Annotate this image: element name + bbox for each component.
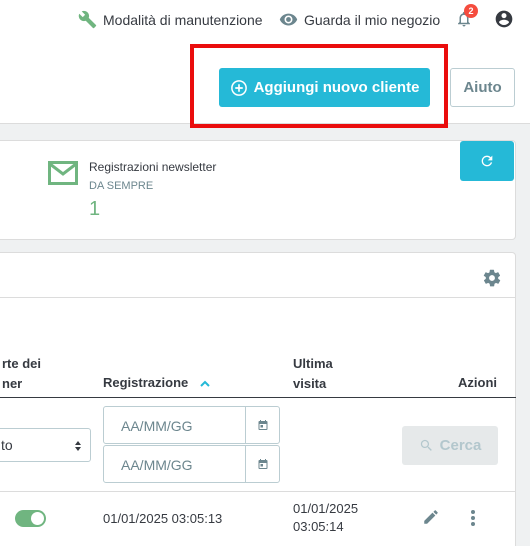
- view-store-label: Guarda il mio negozio: [304, 11, 441, 28]
- registration-cell: 01/01/2025 03:05:13: [103, 511, 223, 526]
- toggle-knob: [31, 512, 44, 525]
- calendar-icon: [258, 459, 268, 469]
- select-arrows-icon: [74, 439, 82, 457]
- partner-filter-value: to: [1, 437, 13, 453]
- notifications-badge: 2: [464, 4, 478, 18]
- add-customer-label: Aggiungi nuovo cliente: [253, 79, 420, 96]
- refresh-icon: [481, 155, 493, 167]
- kpi-title: Registrazioni newsletter: [89, 160, 217, 174]
- sort-ascending-icon: [200, 380, 210, 387]
- more-actions-button[interactable]: [466, 508, 480, 533]
- help-label: Aiuto: [463, 79, 502, 96]
- table-row-divider: [0, 491, 516, 492]
- table-header-divider: [0, 397, 516, 398]
- more-vertical-icon: [471, 510, 475, 526]
- last-visit-date: 01/01/2025: [293, 501, 359, 516]
- maintenance-mode-label: Modalità di manutenzione: [103, 11, 263, 28]
- column-header-partner-line1: rte dei: [2, 356, 42, 371]
- notifications-button[interactable]: 2: [455, 4, 478, 34]
- search-label: Cerca: [439, 437, 482, 454]
- column-header-actions: Azioni: [458, 375, 497, 390]
- column-header-registration[interactable]: Registrazione: [103, 373, 210, 393]
- registration-date-to[interactable]: AA/MM/GG: [103, 445, 280, 483]
- column-header-registration-label: Registrazione: [103, 375, 189, 390]
- date-to-calendar-button[interactable]: [245, 446, 280, 482]
- column-header-partner-line2: ner: [2, 376, 23, 391]
- kpi-subtitle: DA SEMPRE: [89, 180, 154, 192]
- maintenance-mode-link[interactable]: Modalità di manutenzione: [78, 10, 263, 29]
- calendar-icon: [258, 420, 268, 430]
- top-bar: Modalità di manutenzione Guarda il mio n…: [0, 0, 530, 40]
- table-settings-button[interactable]: [482, 268, 502, 293]
- kpi-value: 1: [89, 198, 101, 220]
- edit-customer-button[interactable]: [422, 508, 440, 531]
- envelope-icon: [48, 160, 78, 191]
- last-visit-time: 03:05:14: [293, 519, 344, 534]
- user-menu-button[interactable]: [494, 9, 514, 34]
- search-button[interactable]: Cerca: [402, 426, 498, 465]
- wrench-icon: [78, 10, 97, 29]
- refresh-kpi-button[interactable]: [460, 141, 514, 181]
- add-customer-button[interactable]: Aggiungi nuovo cliente: [219, 68, 430, 107]
- search-icon: [420, 439, 432, 451]
- registration-date-from[interactable]: AA/MM/GG: [103, 406, 280, 444]
- table-card-header: [0, 252, 516, 298]
- gear-icon: [483, 269, 501, 287]
- column-header-last-visit-line2: visita: [293, 376, 327, 391]
- column-header-last-visit-line1: Ultima: [293, 356, 333, 371]
- last-visit-cell: 01/01/2025 03:05:14: [293, 500, 358, 536]
- view-store-link[interactable]: Guarda il mio negozio: [279, 10, 440, 29]
- help-button[interactable]: Aiuto: [450, 68, 515, 107]
- eye-icon: [279, 13, 298, 26]
- add-circle-icon: [230, 79, 247, 96]
- column-header-partner[interactable]: rte dei ner: [2, 354, 41, 394]
- account-circle-icon: [495, 10, 513, 28]
- date-to-placeholder: AA/MM/GG: [121, 457, 193, 473]
- pencil-icon: [424, 510, 438, 524]
- date-from-placeholder: AA/MM/GG: [121, 418, 193, 434]
- column-header-last-visit[interactable]: Ultima visita: [293, 354, 333, 394]
- partner-offers-toggle[interactable]: [15, 510, 46, 527]
- date-from-calendar-button[interactable]: [245, 407, 280, 443]
